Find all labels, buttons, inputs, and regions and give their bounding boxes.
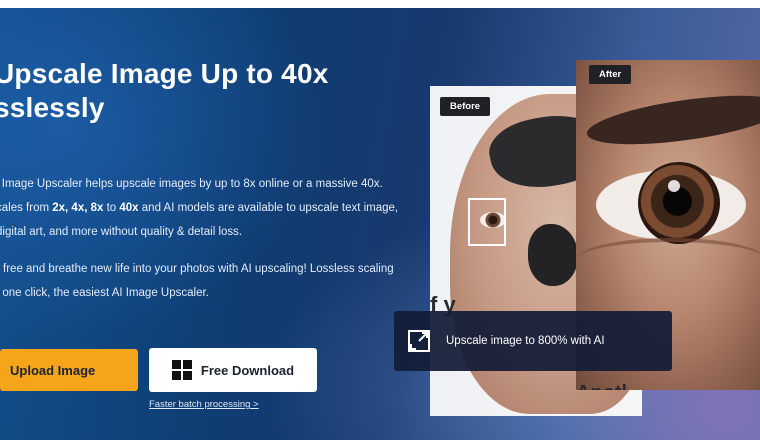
scales-highlight: 2x, 4x, 8x: [52, 202, 104, 214]
eyebrow-graphic: [584, 86, 760, 154]
zoom-region-box: [468, 198, 506, 246]
max-scale-highlight: 40x: [119, 202, 139, 214]
hero-description: l Image Upscaler helps upscale images by…: [0, 172, 406, 244]
hero-banner: Upscale Image Up to 40x sslessly l Image…: [0, 8, 760, 440]
description-line-2-prefix: cales from: [0, 202, 53, 214]
free-download-label: Free Download: [200, 362, 295, 378]
upscale-info-text: Upscale image to 800% with AI: [446, 335, 605, 347]
upscale-info-panel: Upscale image to 800% with AI: [394, 311, 672, 371]
page-title: Upscale Image Up to 40x sslessly: [0, 57, 394, 125]
description-line-3: digital art, and more without quality & …: [0, 226, 243, 238]
face-paint-graphic: [528, 224, 578, 286]
expand-icon: [408, 330, 430, 352]
upload-image-button[interactable]: Upload Image: [0, 349, 138, 391]
description-line-2-suffix: and AI models are available to upscale t…: [138, 202, 399, 214]
title-line-2: sslessly: [0, 92, 105, 123]
brand-text: Apotl: [576, 382, 627, 390]
description-line-1: l Image Upscaler helps upscale images by…: [0, 178, 383, 190]
scales-to: to: [103, 202, 120, 214]
title-line-1: Upscale Image Up to 40x: [0, 58, 329, 89]
windows-icon: [171, 360, 192, 380]
iris-graphic: [638, 162, 720, 244]
free-download-button[interactable]: Free Download: [149, 348, 317, 392]
eyelid-graphic: [576, 238, 760, 282]
hero-description-secondary: r free and breathe new life into your ph…: [0, 257, 406, 305]
batch-processing-link[interactable]: Faster batch processing >: [149, 399, 259, 410]
after-label: After: [589, 65, 632, 84]
before-label: Before: [440, 97, 491, 116]
eye-highlight-graphic: [668, 180, 680, 192]
secondary-line-2: t one click, the easiest AI Image Upscal…: [0, 287, 209, 299]
secondary-line-1: r free and breathe new life into your ph…: [0, 263, 394, 275]
